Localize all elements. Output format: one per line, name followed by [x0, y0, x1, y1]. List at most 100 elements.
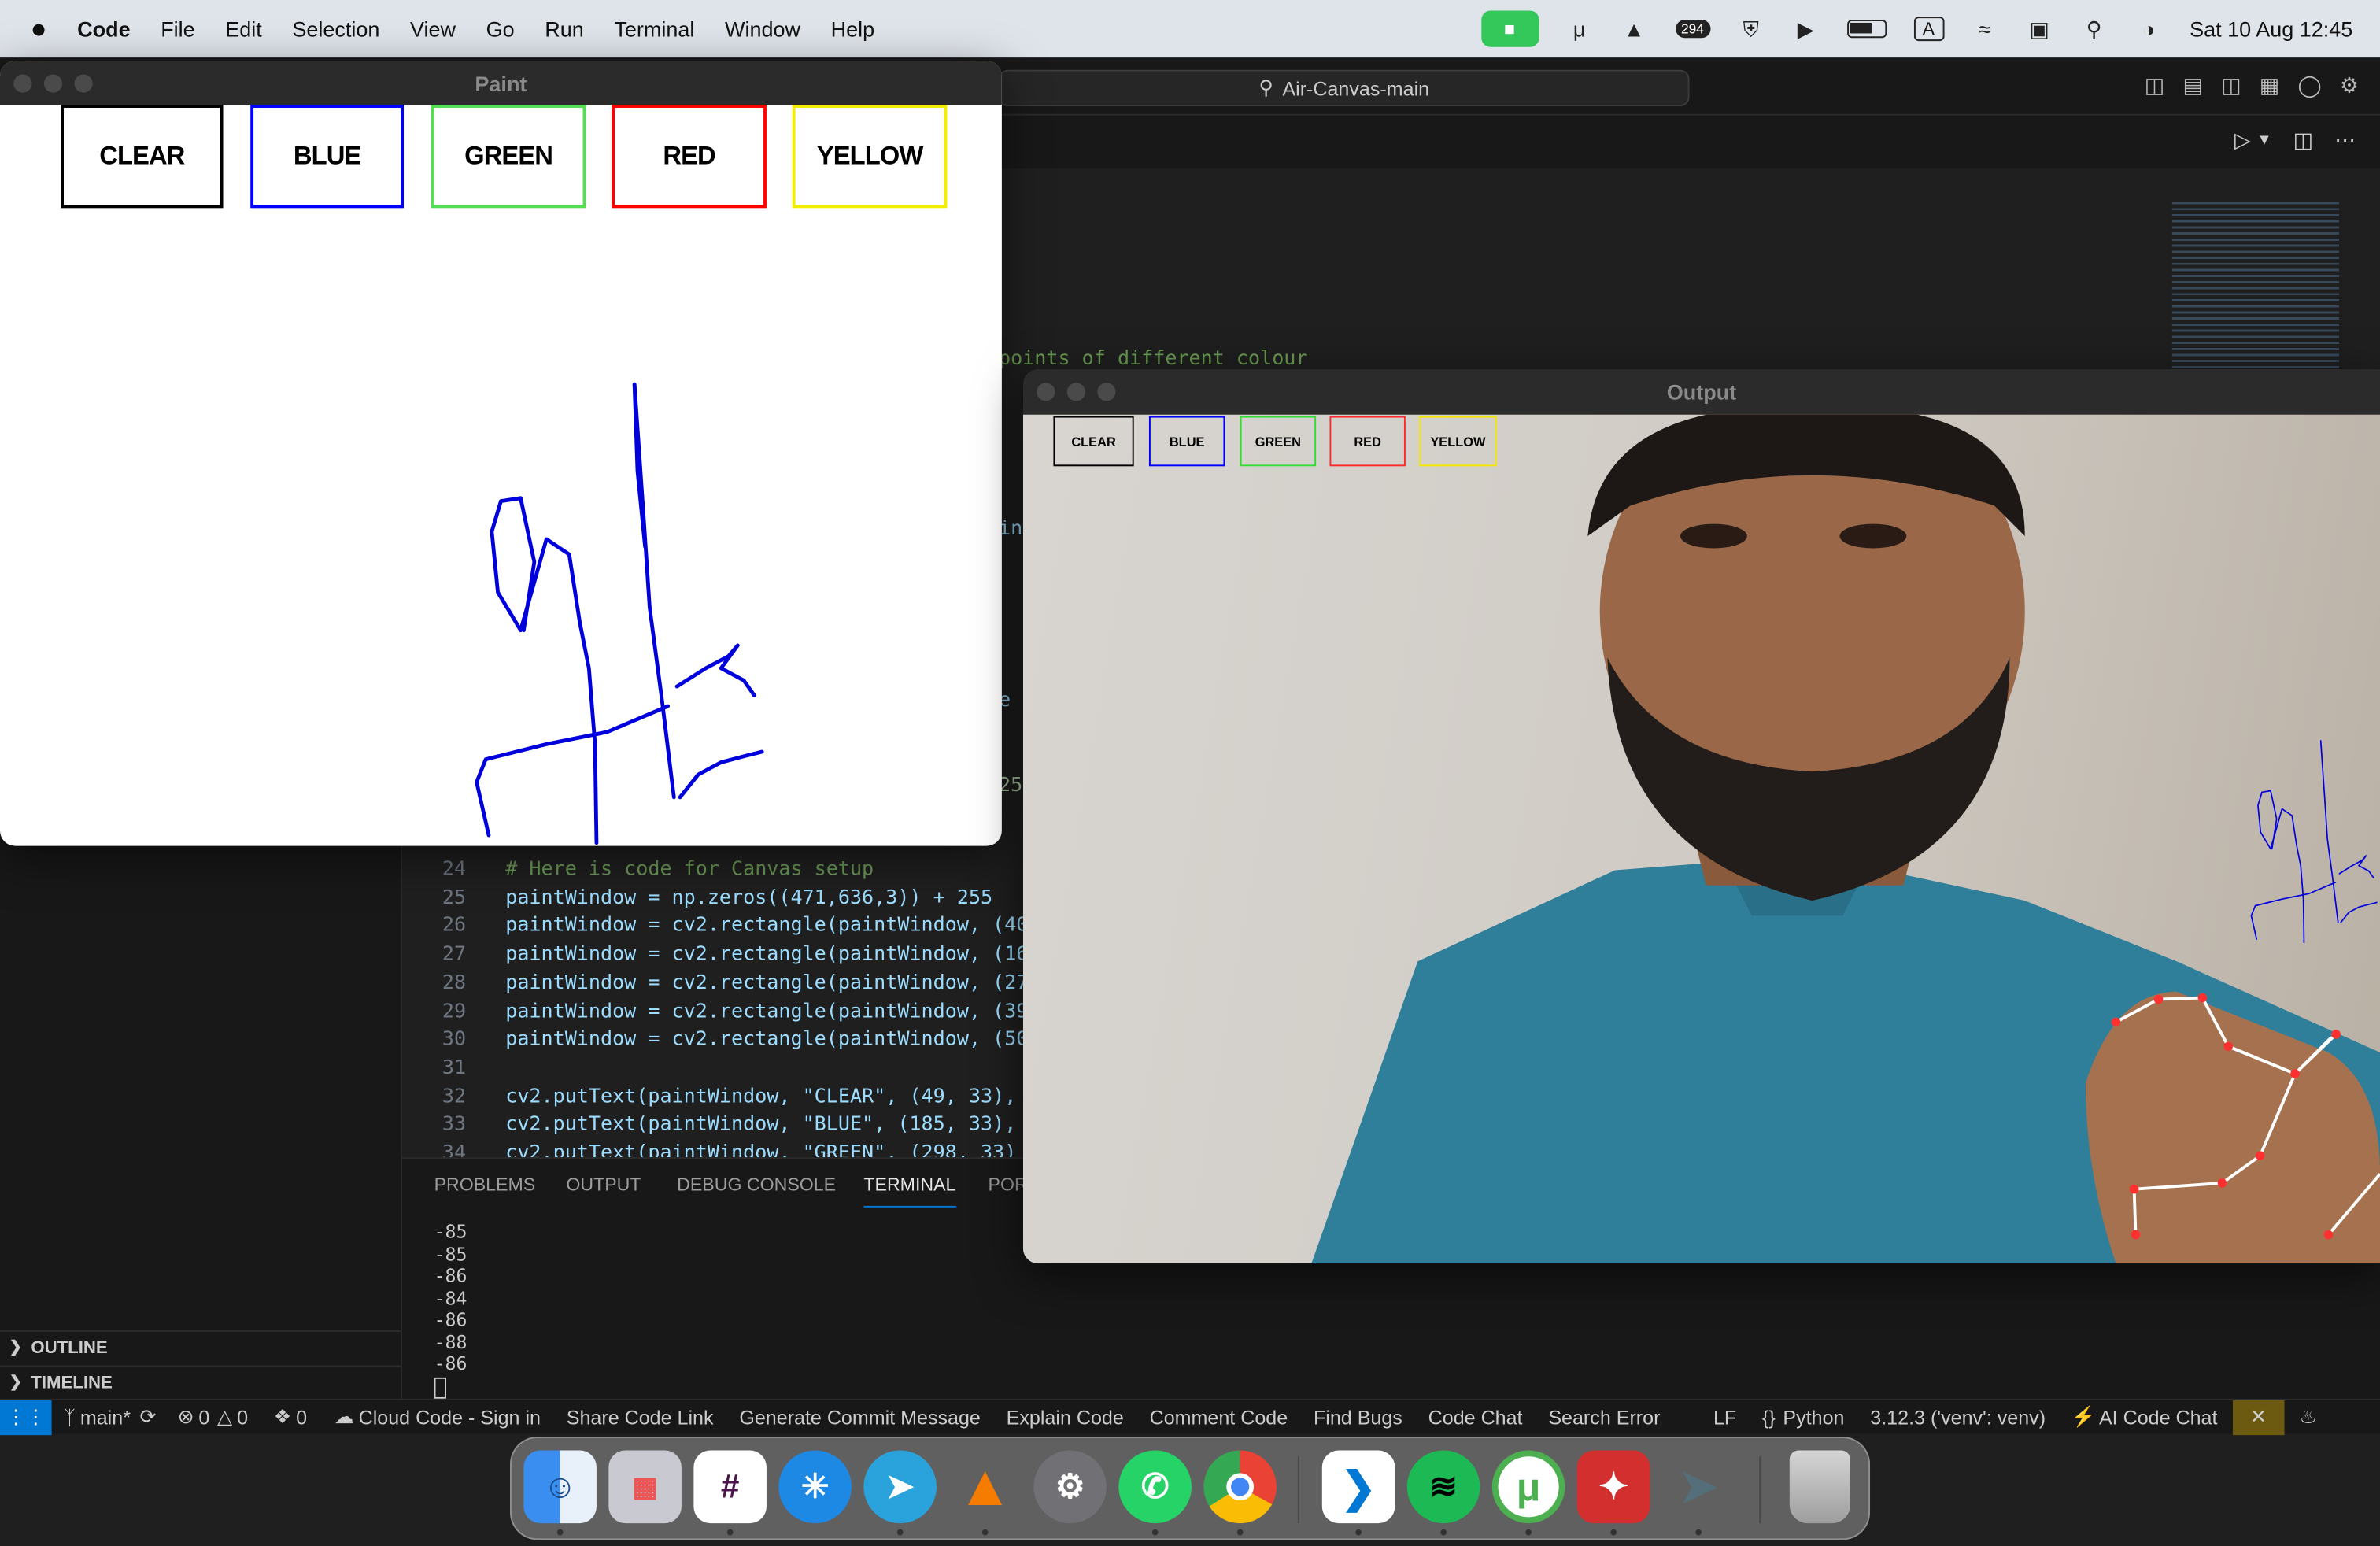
- customize-layout-icon[interactable]: ▦: [2260, 73, 2280, 99]
- line-number: 32: [442, 1085, 467, 1108]
- ai-code-chat[interactable]: AI Code Chat: [2099, 1406, 2218, 1429]
- menu-run[interactable]: Run: [545, 17, 584, 41]
- system-settings-icon[interactable]: ⚙: [1033, 1450, 1107, 1524]
- play-circle-icon[interactable]: ▶: [1792, 17, 1820, 41]
- launchpad-icon[interactable]: ▦: [608, 1450, 682, 1524]
- paint-window[interactable]: Paint CLEAR BLUE GREEN RED YELLOW: [0, 61, 1002, 846]
- terminal-output[interactable]: -85 -85 -86 -84 -86 -88 -86: [434, 1221, 467, 1398]
- terminal-cursor: [434, 1376, 447, 1398]
- cloud-code-status[interactable]: Cloud Code - Sign in: [359, 1406, 541, 1429]
- explain-code[interactable]: Explain Code: [1007, 1406, 1124, 1429]
- search-icon[interactable]: ⚲: [2080, 17, 2108, 41]
- tab-terminal[interactable]: TERMINAL: [863, 1174, 956, 1208]
- tab-ports[interactable]: POR: [989, 1174, 1028, 1195]
- search-error[interactable]: Search Error: [1548, 1406, 1660, 1429]
- line-number: 31: [442, 1056, 467, 1080]
- end-of-line[interactable]: LF: [1713, 1406, 1736, 1429]
- tab-problems[interactable]: PROBLEMS: [434, 1174, 536, 1195]
- shield-icon[interactable]: ⛨: [1737, 17, 1765, 41]
- menu-view[interactable]: View: [410, 17, 456, 41]
- output-window[interactable]: Output CLEAR BLUE GREEN RED YELLOW: [1022, 368, 2380, 1264]
- line-number: 27: [442, 943, 467, 967]
- app-menu-code[interactable]: Code: [77, 17, 131, 41]
- menu-help[interactable]: Help: [831, 17, 875, 41]
- code-line: 24 # Here is code for Canvas setup: [402, 856, 1052, 885]
- comment-code[interactable]: Comment Code: [1150, 1406, 1288, 1429]
- input-source-indicator[interactable]: A: [1913, 17, 1944, 42]
- find-bugs[interactable]: Find Bugs: [1314, 1406, 1402, 1429]
- chevron-right-icon: ❯: [9, 1374, 22, 1392]
- tools-icon[interactable]: ✕: [2232, 1399, 2285, 1435]
- minimize-button[interactable]: [1066, 383, 1085, 401]
- language-mode[interactable]: Python: [1783, 1406, 1844, 1429]
- share-code-link[interactable]: Share Code Link: [567, 1406, 714, 1429]
- trash-icon[interactable]: [1789, 1450, 1850, 1524]
- clock[interactable]: Sat 10 Aug 12:45: [2190, 17, 2352, 41]
- slack-icon[interactable]: #: [693, 1450, 767, 1524]
- chrome-icon[interactable]: [1203, 1450, 1277, 1524]
- branch-name[interactable]: main*: [80, 1406, 131, 1429]
- timeline-section[interactable]: ❯ TIMELINE: [0, 1365, 403, 1398]
- toggle-secondary-sidebar-icon[interactable]: ◫: [2221, 73, 2241, 99]
- vlc-menu-icon[interactable]: ▲: [1621, 17, 1648, 41]
- run-python-file-icon[interactable]: ▷: [2234, 128, 2251, 153]
- paint-canvas-drawing[interactable]: [0, 61, 1002, 845]
- vlc-icon[interactable]: ▲: [948, 1450, 1022, 1523]
- generate-commit-message[interactable]: Generate Commit Message: [739, 1406, 981, 1429]
- utorrent-icon[interactable]: μ: [1491, 1450, 1565, 1524]
- command-center[interactable]: ⚲ Air-Canvas-main: [999, 69, 1690, 107]
- menu-window[interactable]: Window: [725, 17, 800, 41]
- ports-count[interactable]: 0: [296, 1406, 307, 1429]
- control-center-icon[interactable]: ◑: [2135, 17, 2163, 41]
- toggle-primary-sidebar-icon[interactable]: ◫: [2145, 73, 2165, 99]
- desktop: ● Code File Edit Selection View Go Run T…: [0, 0, 2380, 1546]
- safari-icon[interactable]: ✳: [778, 1450, 852, 1524]
- menu-selection[interactable]: Selection: [292, 17, 379, 41]
- utorrent-menu-icon[interactable]: μ: [1565, 17, 1593, 41]
- acrobat-icon[interactable]: ✦: [1576, 1450, 1650, 1524]
- account-icon[interactable]: ◯: [2297, 73, 2321, 99]
- menu-file[interactable]: File: [161, 17, 195, 41]
- tab-debug-console[interactable]: DEBUG CONSOLE: [677, 1174, 836, 1195]
- screen-mirroring-icon[interactable]: ▣: [2026, 17, 2053, 41]
- whatsapp-icon[interactable]: ✆: [1118, 1450, 1192, 1524]
- python-interpreter[interactable]: 3.12.3 ('venv': venv): [1870, 1406, 2046, 1429]
- chevron-right-icon: ❯: [9, 1339, 22, 1356]
- minimap[interactable]: [2171, 202, 2339, 369]
- output-title-bar[interactable]: Output: [1022, 368, 2380, 415]
- more-actions-icon[interactable]: ⋯: [2334, 128, 2356, 153]
- output-clear-button: CLEAR: [1053, 416, 1134, 467]
- tab-output[interactable]: OUTPUT: [566, 1174, 641, 1195]
- menu-terminal[interactable]: Terminal: [614, 17, 694, 41]
- remote-indicator[interactable]: ⋮⋮: [0, 1399, 52, 1435]
- code-chat[interactable]: Code Chat: [1428, 1406, 1523, 1429]
- vscode-icon[interactable]: ❯: [1321, 1450, 1395, 1524]
- telegram-icon[interactable]: ➤: [863, 1450, 937, 1524]
- facetime-camera-icon[interactable]: ■: [1480, 10, 1539, 47]
- manage-gear-icon[interactable]: ⚙: [2340, 73, 2359, 99]
- finder-icon[interactable]: ☺: [523, 1450, 597, 1524]
- bell-icon[interactable]: ♨: [2300, 1405, 2317, 1429]
- close-button[interactable]: [1037, 383, 1055, 401]
- zoom-button[interactable]: [1097, 383, 1116, 401]
- outline-section[interactable]: ❯ OUTLINE: [0, 1330, 403, 1363]
- apple-menu-icon[interactable]: ●: [31, 15, 47, 43]
- code-line: 28 paintWindow = cv2.rectangle(paintWindo…: [402, 970, 1052, 998]
- error-count[interactable]: 0: [198, 1406, 209, 1429]
- wifi-icon[interactable]: ≈: [1971, 17, 1998, 41]
- battery-icon[interactable]: [1846, 20, 1887, 39]
- chevron-down-icon[interactable]: ▼: [2257, 132, 2272, 153]
- toggle-panel-icon[interactable]: ▤: [2182, 73, 2203, 99]
- warning-count[interactable]: 0: [237, 1406, 248, 1429]
- sync-icon[interactable]: ⟳: [140, 1405, 157, 1429]
- command-center-label: Air-Canvas-main: [1282, 76, 1430, 100]
- notification-badge[interactable]: 294: [1675, 20, 1710, 39]
- rocket-icon[interactable]: ➤: [1662, 1450, 1735, 1523]
- spotify-icon[interactable]: ≋: [1406, 1450, 1480, 1524]
- menu-go[interactable]: Go: [486, 17, 515, 41]
- code-line: 25 paintWindow = np.zeros((471,636,3)) + …: [402, 885, 1052, 913]
- output-blue-button: BLUE: [1148, 416, 1225, 467]
- split-editor-icon[interactable]: ◫: [2293, 128, 2314, 153]
- menu-edit[interactable]: Edit: [225, 17, 262, 41]
- line-number: 26: [442, 915, 467, 938]
